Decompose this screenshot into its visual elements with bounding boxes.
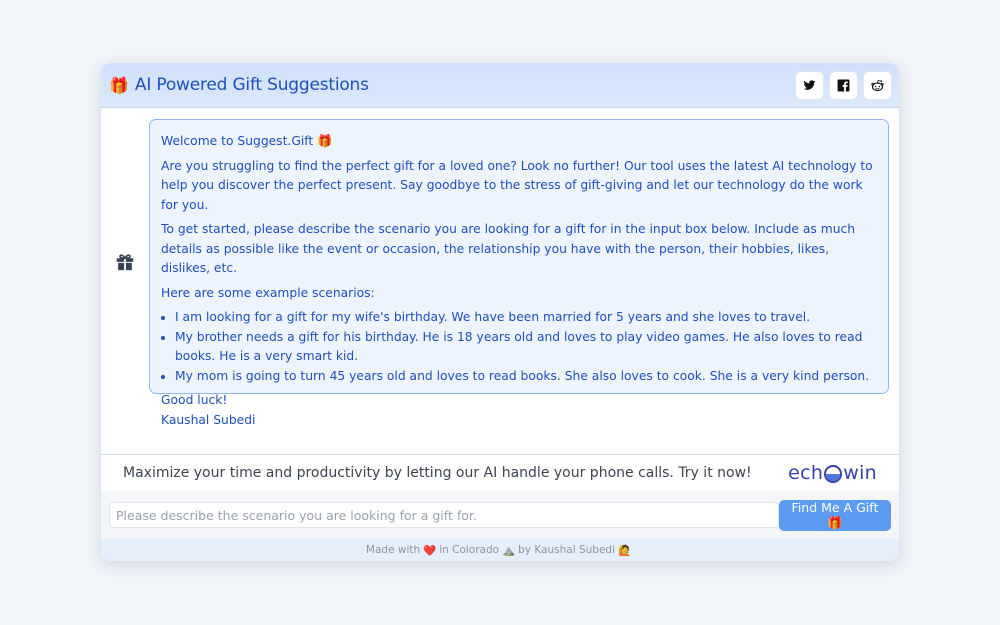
promo-text[interactable]: Maximize your time and productivity by l… [123, 465, 752, 481]
facebook-icon [837, 79, 850, 91]
closing-text: Good luck! [161, 393, 228, 407]
examples-list: I am looking for a gift for my wife's bi… [161, 308, 877, 386]
twitter-icon [803, 79, 816, 90]
footer-location: in Colorado [439, 544, 500, 556]
footer-author[interactable]: by Kaushal Subedi [518, 544, 615, 556]
footer-made-with: Made with [365, 544, 421, 556]
app-header: 🎁 AI Powered Gift Suggestions [101, 63, 899, 108]
bot-gift-avatar [114, 250, 136, 276]
heart-icon: ❤️ [423, 544, 437, 557]
brand-suffix: win [843, 462, 877, 484]
example-item: I am looking for a gift for my wife's bi… [175, 308, 877, 328]
chat-area: Welcome to Suggest.Gift 🎁 Are you strugg… [101, 108, 899, 454]
echowin-logo[interactable]: ech win [788, 462, 877, 484]
reddit-icon [871, 79, 884, 91]
signature-text: Kaushal Subedi [161, 412, 256, 427]
welcome-heading: Welcome to Suggest.Gift 🎁 [161, 134, 333, 148]
intro-paragraph: Are you struggling to find the perfect g… [161, 158, 873, 212]
examples-heading: Here are some example scenarios: [161, 285, 375, 300]
facebook-share-button[interactable] [830, 71, 857, 99]
person-raising-hand-icon: 🙋 [618, 544, 632, 557]
example-item: My mom is going to turn 45 years old and… [175, 367, 877, 387]
gift-app-window: 🎁 AI Powered Gift Suggestions Welcome to… [101, 63, 899, 561]
brand-prefix: ech [788, 462, 824, 484]
gift-icon: 🎁 [109, 75, 129, 95]
welcome-message-bubble: Welcome to Suggest.Gift 🎁 Are you strugg… [149, 119, 889, 427]
twitter-share-button[interactable] [796, 71, 823, 99]
scenario-input[interactable] [109, 502, 779, 528]
footer: Made with ❤️ in Colorado ⛰️ by Kaushal S… [101, 539, 899, 561]
brand-o-mark [824, 465, 843, 483]
mountain-icon: ⛰️ [502, 544, 516, 557]
find-gift-button[interactable]: Find Me A Gift 🎁 [778, 499, 891, 531]
instructions-paragraph: To get started, please describe the scen… [161, 222, 856, 275]
gift-box-icon [116, 254, 134, 271]
reddit-share-button[interactable] [864, 71, 891, 99]
example-item: My brother needs a gift for his birthday… [175, 328, 877, 367]
app-title: AI Powered Gift Suggestions [134, 75, 369, 95]
social-share-buttons [796, 71, 891, 99]
input-bar: Find Me A Gift 🎁 [101, 491, 899, 539]
promo-banner[interactable]: Maximize your time and productivity by l… [101, 454, 899, 492]
